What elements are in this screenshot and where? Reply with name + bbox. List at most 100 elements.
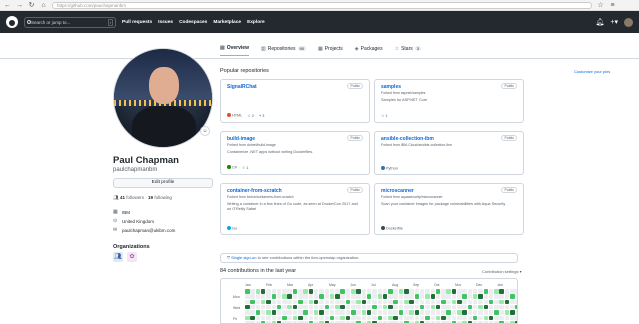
contribution-day[interactable]	[398, 289, 404, 294]
contribution-day[interactable]	[361, 315, 367, 320]
contribution-day[interactable]	[430, 294, 435, 299]
contribution-day[interactable]	[287, 294, 292, 299]
contribution-day[interactable]	[303, 304, 308, 310]
contribution-day[interactable]	[457, 299, 462, 305]
contribution-day[interactable]	[419, 299, 425, 305]
menu-icon[interactable]: ≡	[609, 2, 616, 9]
contribution-day[interactable]	[266, 299, 271, 305]
contribution-day[interactable]	[382, 299, 388, 305]
contribution-day[interactable]	[414, 294, 420, 299]
contribution-day[interactable]	[425, 310, 430, 315]
contribution-day[interactable]	[377, 299, 382, 305]
contribution-day[interactable]	[419, 294, 425, 299]
contribution-day[interactable]	[266, 289, 271, 294]
contribution-day[interactable]	[245, 304, 250, 310]
tab-stars[interactable]: ☆ Stars 3	[395, 45, 421, 56]
contribution-day[interactable]	[276, 289, 282, 294]
contribution-day[interactable]	[377, 310, 382, 315]
nav-issues[interactable]: Issues	[158, 20, 173, 25]
contribution-day[interactable]	[472, 304, 478, 310]
contribution-day[interactable]	[430, 310, 435, 315]
contribution-day[interactable]	[441, 304, 446, 310]
contribution-day[interactable]	[298, 315, 303, 320]
contribution-day[interactable]	[292, 289, 298, 294]
contribution-day[interactable]	[308, 304, 314, 310]
tab-overview[interactable]: ▤ Overview	[220, 45, 249, 56]
nav-pull-requests[interactable]: Pull requests	[122, 20, 152, 25]
contribution-day[interactable]	[451, 315, 457, 320]
contribution-day[interactable]	[335, 289, 340, 294]
contribution-day[interactable]	[292, 315, 298, 320]
contribution-day[interactable]	[515, 299, 517, 305]
contribution-day[interactable]	[393, 310, 398, 315]
contribution-day[interactable]	[504, 294, 510, 299]
contribution-day[interactable]	[245, 294, 250, 299]
contribution-day[interactable]	[250, 304, 255, 310]
contribution-day[interactable]	[276, 294, 282, 299]
contribution-day[interactable]	[356, 289, 361, 294]
contribution-day[interactable]	[335, 310, 340, 315]
contribution-day[interactable]	[351, 289, 356, 294]
contribution-day[interactable]	[404, 299, 409, 305]
contribution-day[interactable]	[388, 294, 393, 299]
contribution-day[interactable]	[441, 299, 446, 305]
contribution-day[interactable]	[414, 289, 420, 294]
contribution-day[interactable]	[409, 310, 414, 315]
repo-stars[interactable]: ☆ 2	[247, 113, 254, 118]
contribution-day[interactable]	[255, 289, 261, 294]
contribution-day[interactable]	[425, 294, 430, 299]
contribution-day[interactable]	[345, 289, 351, 294]
contribution-day[interactable]	[515, 310, 517, 315]
repo-name-link[interactable]: samples	[381, 84, 517, 90]
contribution-day[interactable]	[351, 310, 356, 315]
contribution-day[interactable]	[404, 315, 409, 320]
contribution-day[interactable]	[319, 294, 324, 299]
contribution-day[interactable]	[345, 315, 351, 320]
contribution-day[interactable]	[451, 299, 457, 305]
contribution-day[interactable]	[462, 304, 467, 310]
contribution-day[interactable]	[356, 315, 361, 320]
contribution-day[interactable]	[308, 310, 314, 315]
contribution-day[interactable]	[419, 304, 425, 310]
contribution-day[interactable]	[409, 294, 414, 299]
contribution-day[interactable]	[356, 294, 361, 299]
repo-name-link[interactable]: microscanner	[381, 188, 517, 194]
contribution-day[interactable]	[499, 294, 504, 299]
contribution-day[interactable]	[250, 315, 255, 320]
user-avatar[interactable]	[624, 17, 633, 27]
contribution-day[interactable]	[351, 304, 356, 310]
contribution-day[interactable]	[340, 294, 345, 299]
contribution-day[interactable]	[255, 315, 261, 320]
contribution-day[interactable]	[499, 304, 504, 310]
contribution-day[interactable]	[282, 294, 287, 299]
contribution-day[interactable]	[388, 289, 393, 294]
contribution-day[interactable]	[361, 304, 367, 310]
contribution-day[interactable]	[298, 304, 303, 310]
contribution-day[interactable]	[260, 294, 266, 299]
contribution-day[interactable]	[504, 289, 510, 294]
contribution-day[interactable]	[435, 294, 441, 299]
customize-pins-link[interactable]: Customize your pins	[574, 69, 610, 74]
contribution-day[interactable]	[245, 315, 250, 320]
following-count[interactable]: 19	[148, 195, 153, 200]
contribution-day[interactable]	[303, 289, 308, 294]
contribution-day[interactable]	[282, 304, 287, 310]
repo-name-link[interactable]: SignalRChat	[227, 84, 363, 90]
contribution-day[interactable]	[419, 310, 425, 315]
contribution-day[interactable]	[472, 289, 478, 294]
github-logo-icon[interactable]	[6, 16, 18, 28]
contribution-day[interactable]	[255, 294, 261, 299]
contribution-day[interactable]	[361, 299, 367, 305]
contribution-day[interactable]	[499, 289, 504, 294]
sso-link[interactable]: Single sign-on	[231, 255, 256, 260]
contribution-day[interactable]	[388, 299, 393, 305]
contribution-day[interactable]	[499, 310, 504, 315]
address-bar[interactable]: https://github.com/pauchapmanbm	[52, 1, 592, 9]
repo-stars[interactable]: ☆ 1	[381, 113, 388, 118]
contribution-day[interactable]	[467, 310, 473, 315]
contribution-day[interactable]	[335, 315, 340, 320]
contribution-day[interactable]	[510, 299, 515, 305]
contribution-day[interactable]	[499, 315, 504, 320]
contribution-day[interactable]	[425, 299, 430, 305]
contribution-day[interactable]	[324, 289, 329, 294]
